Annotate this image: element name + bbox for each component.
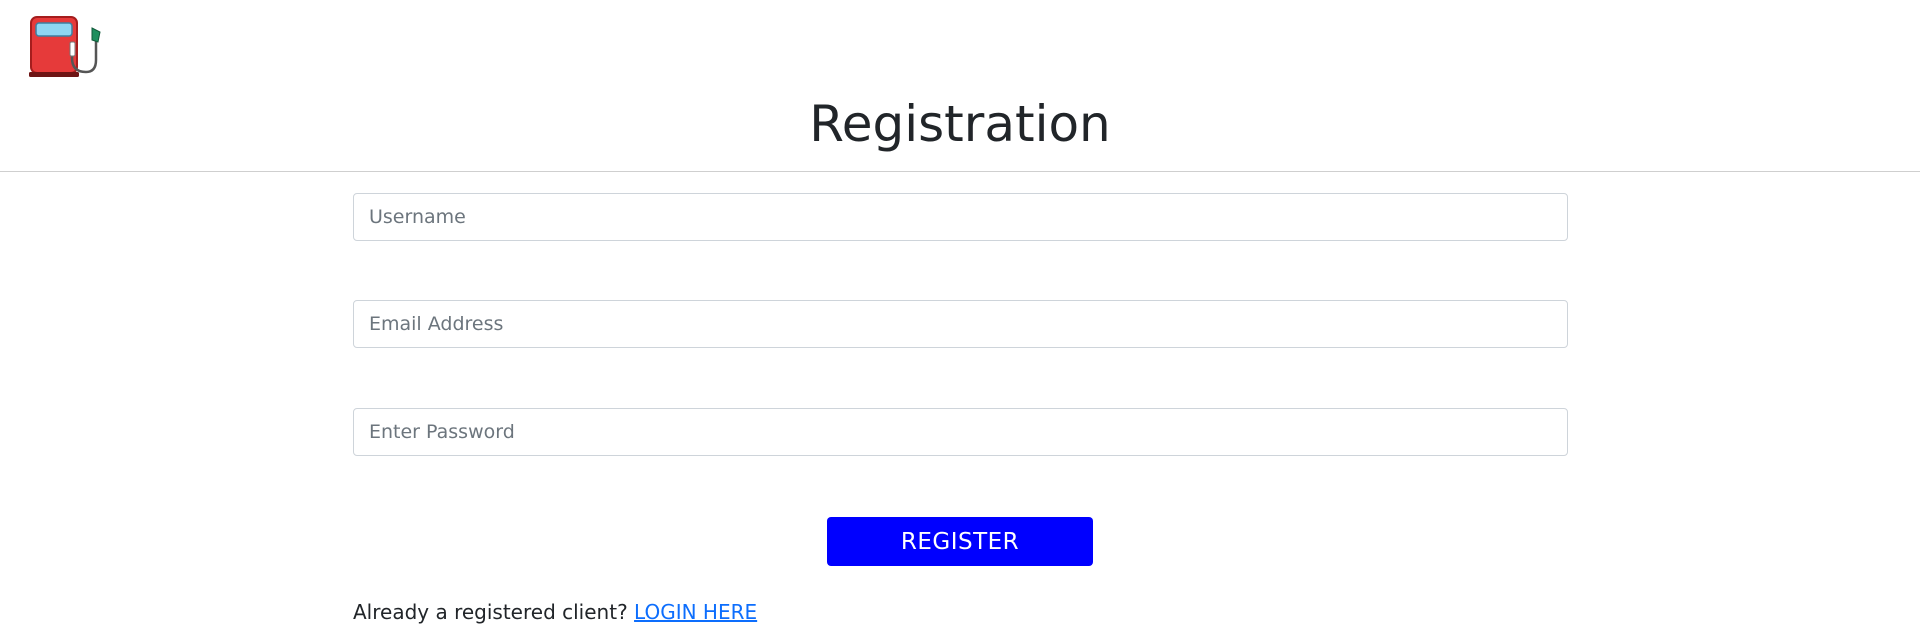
login-prompt-line: Already a registered client? LOGIN HERE bbox=[353, 598, 757, 626]
register-button[interactable]: REGISTER bbox=[827, 517, 1093, 566]
fuel-pump-icon bbox=[28, 14, 104, 78]
login-link[interactable]: LOGIN HERE bbox=[634, 600, 757, 624]
username-input[interactable] bbox=[353, 193, 1568, 241]
page-title: Registration bbox=[809, 95, 1111, 153]
header-divider bbox=[0, 171, 1920, 172]
login-prompt-text: Already a registered client? bbox=[353, 600, 628, 624]
email-field[interactable] bbox=[353, 300, 1568, 348]
password-field[interactable] bbox=[353, 408, 1568, 456]
